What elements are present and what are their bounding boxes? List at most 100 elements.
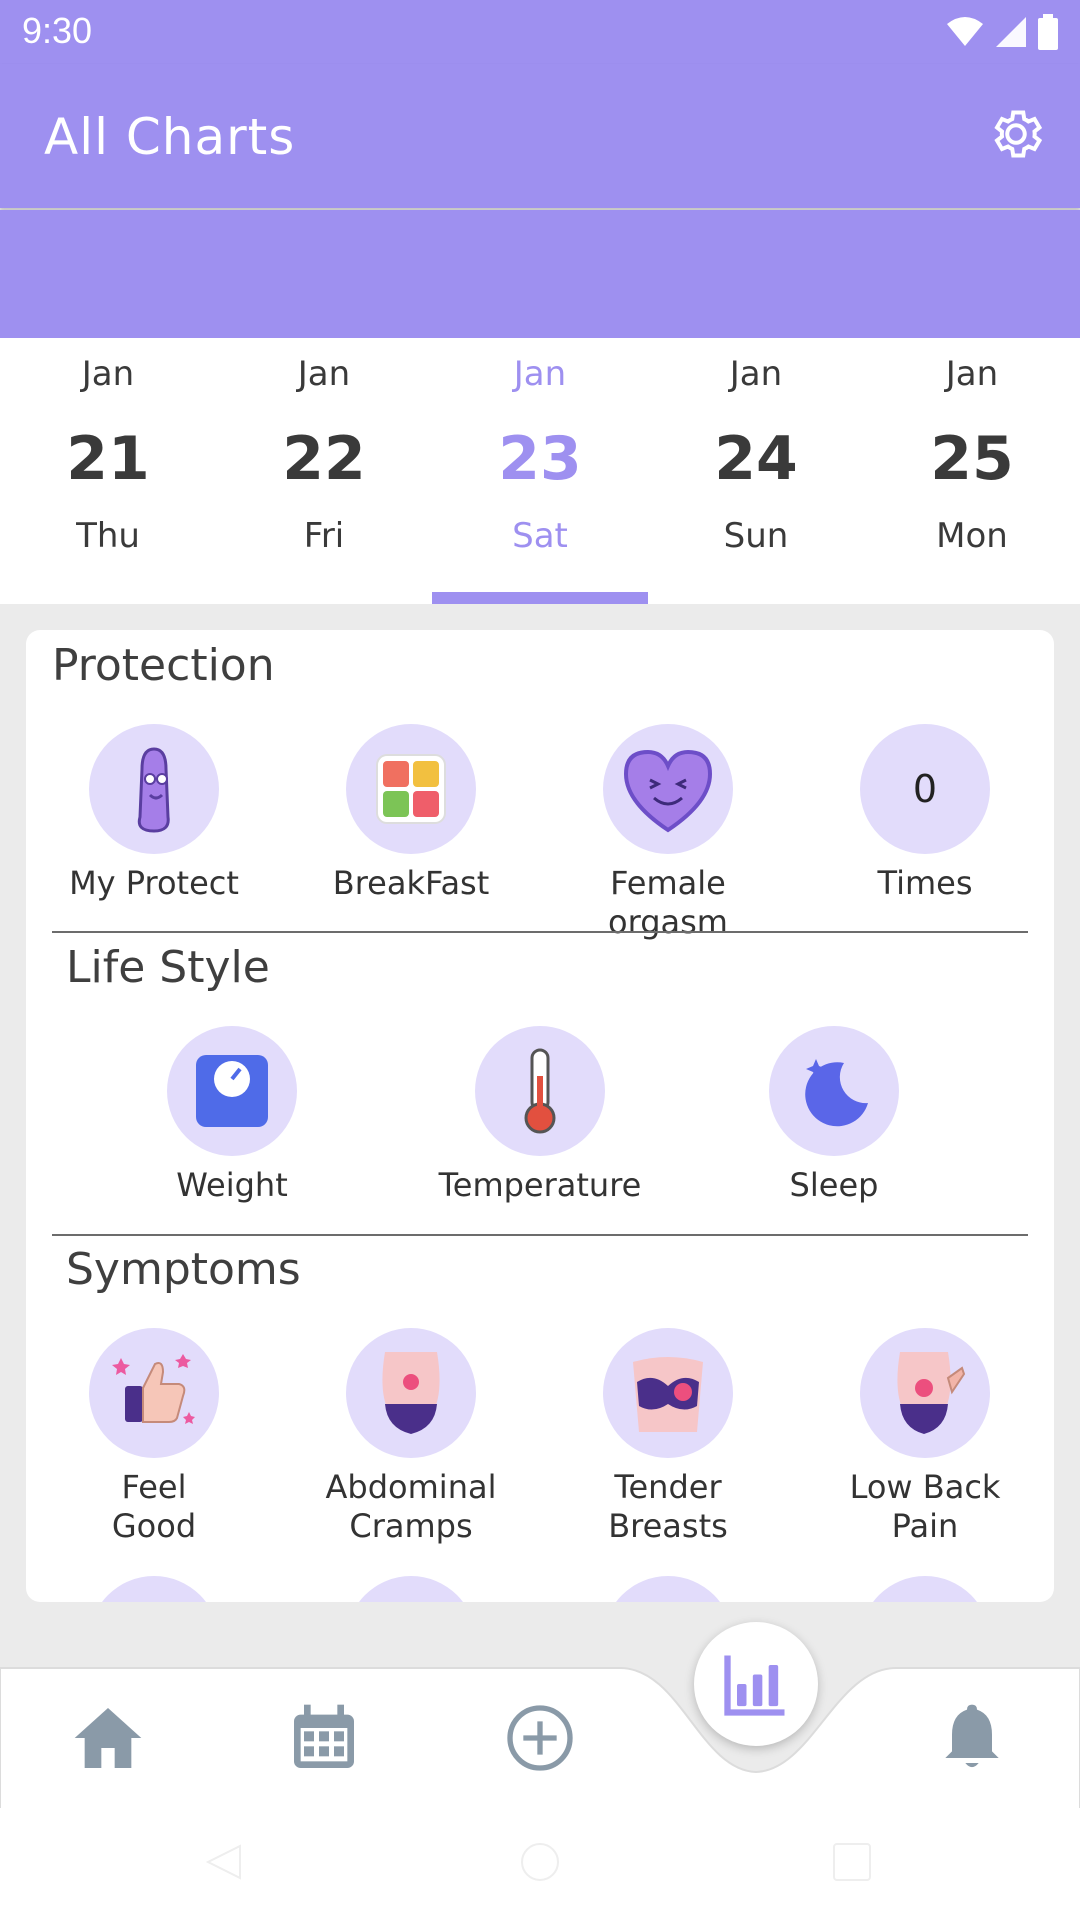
date-weekday: Mon	[936, 516, 1008, 556]
back-icon[interactable]	[200, 1838, 248, 1886]
times-counter[interactable]: 0	[860, 724, 990, 854]
add-icon	[507, 1705, 573, 1771]
recents-icon[interactable]	[828, 1838, 876, 1886]
gear-icon	[994, 110, 1043, 158]
date-item-21[interactable]: Jan 21 Thu	[0, 338, 216, 604]
home-circle-icon[interactable]	[516, 1838, 564, 1886]
date-day: 22	[282, 424, 366, 494]
date-day: 23	[498, 424, 582, 494]
nav-charts-active[interactable]	[694, 1622, 818, 1746]
date-weekday: Fri	[303, 516, 345, 556]
thumbs-up-icon	[112, 1354, 195, 1424]
breakfast-button[interactable]	[346, 724, 476, 854]
tile-low-back-pain[interactable]: Low Back Pain	[805, 1328, 1045, 1546]
tile-label: BreakFast	[332, 864, 490, 902]
thermometer-icon	[524, 1048, 556, 1134]
battery-icon	[1038, 14, 1058, 50]
status-time: 9:30	[22, 10, 93, 51]
temperature-button[interactable]	[475, 1026, 605, 1156]
tile-label: Tender Breasts	[608, 1468, 728, 1545]
page-title: All Charts	[44, 108, 296, 166]
back-pain-icon	[897, 1352, 966, 1434]
selected-date-indicator	[432, 592, 648, 604]
tile-label: My Protect	[69, 864, 239, 902]
tile-times[interactable]: 0 Times	[805, 724, 1045, 903]
charts-card: Protection My Protect BreakFast Female o…	[26, 630, 1054, 1602]
date-month: Jan	[297, 354, 351, 394]
low-back-pain-button[interactable]	[860, 1328, 990, 1458]
tile-weight[interactable]: Weight	[112, 1026, 352, 1205]
tile-breakfast[interactable]: BreakFast	[291, 724, 531, 903]
symptom-tile-partial[interactable]	[89, 1576, 219, 1602]
nav-home[interactable]	[68, 1698, 148, 1778]
section-title-protection: Protection	[52, 640, 275, 691]
tile-my-protect[interactable]: My Protect	[34, 724, 274, 903]
date-item-23-selected[interactable]: Jan 23 Sat	[432, 338, 648, 604]
date-month: Jan	[81, 354, 135, 394]
date-item-25[interactable]: Jan 25 Mon	[864, 338, 1080, 604]
tile-abdominal-cramps[interactable]: Abdominal Cramps	[291, 1328, 531, 1546]
settings-button[interactable]	[986, 104, 1046, 164]
tile-label: Weight	[176, 1166, 288, 1204]
scale-icon	[196, 1055, 268, 1127]
symptom-tile-partial[interactable]	[603, 1576, 733, 1602]
date-weekday: Sat	[512, 516, 568, 556]
nav-notifications[interactable]	[932, 1698, 1012, 1778]
calendar-icon	[294, 1704, 354, 1768]
home-icon	[74, 1708, 142, 1768]
breakfast-icon	[376, 754, 446, 824]
my-protect-button[interactable]	[89, 724, 219, 854]
symptom-tile-partial[interactable]	[346, 1576, 476, 1602]
tile-sleep[interactable]: Sleep	[714, 1026, 954, 1205]
tile-tender-breasts[interactable]: Tender Breasts	[548, 1328, 788, 1546]
tile-label: Feel Good	[111, 1468, 197, 1545]
charts-icon	[724, 1655, 785, 1716]
abdominal-cramps-button[interactable]	[346, 1328, 476, 1458]
date-item-22[interactable]: Jan 22 Fri	[216, 338, 432, 604]
nav-add[interactable]	[500, 1698, 580, 1778]
symptom-tile-partial[interactable]	[860, 1576, 990, 1602]
female-orgasm-button[interactable]	[603, 724, 733, 854]
date-day: 25	[930, 424, 1014, 494]
tile-label: Low Back Pain	[849, 1468, 1001, 1545]
signal-icon	[996, 17, 1026, 47]
section-title-symptoms: Symptoms	[66, 1244, 301, 1295]
abdomen-icon	[382, 1352, 440, 1434]
status-icons	[946, 12, 1058, 52]
bell-icon	[945, 1704, 999, 1768]
breast-icon	[633, 1357, 703, 1432]
sleep-button[interactable]	[769, 1026, 899, 1156]
tile-label: Abdominal Cramps	[325, 1468, 497, 1545]
date-month: Jan	[513, 354, 567, 394]
date-month: Jan	[945, 354, 999, 394]
date-strip[interactable]: Jan 21 Thu Jan 22 Fri Jan 23 Sat Jan 24 …	[0, 338, 1080, 604]
tile-feel-good[interactable]: Feel Good	[34, 1328, 274, 1546]
feel-good-button[interactable]	[89, 1328, 219, 1458]
app-bar: All Charts	[0, 64, 1080, 208]
tile-label: Temperature	[438, 1166, 642, 1204]
nav-calendar[interactable]	[284, 1698, 364, 1778]
date-weekday: Thu	[76, 516, 140, 556]
date-item-24[interactable]: Jan 24 Sun	[648, 338, 864, 604]
tile-label: Sleep	[789, 1166, 879, 1204]
system-nav-bar	[0, 1808, 1080, 1920]
heart-face-icon	[623, 749, 713, 833]
tender-breasts-button[interactable]	[603, 1328, 733, 1458]
section-title-lifestyle: Life Style	[66, 942, 270, 993]
divider	[52, 931, 1028, 933]
date-month: Jan	[729, 354, 783, 394]
tile-temperature[interactable]: Temperature	[420, 1026, 660, 1205]
date-day: 24	[714, 424, 798, 494]
moon-icon	[805, 1059, 868, 1127]
condom-mascot-icon	[137, 747, 170, 833]
header-band	[0, 210, 1080, 338]
date-day: 21	[66, 424, 150, 494]
status-bar: 9:30	[0, 0, 1080, 64]
tile-female-orgasm[interactable]: Female orgasm	[548, 724, 788, 942]
divider	[52, 1234, 1028, 1236]
date-weekday: Sun	[723, 516, 789, 556]
tile-label: Times	[877, 864, 973, 902]
weight-button[interactable]	[167, 1026, 297, 1156]
wifi-icon	[947, 17, 983, 46]
bottom-nav	[0, 1668, 1080, 1808]
